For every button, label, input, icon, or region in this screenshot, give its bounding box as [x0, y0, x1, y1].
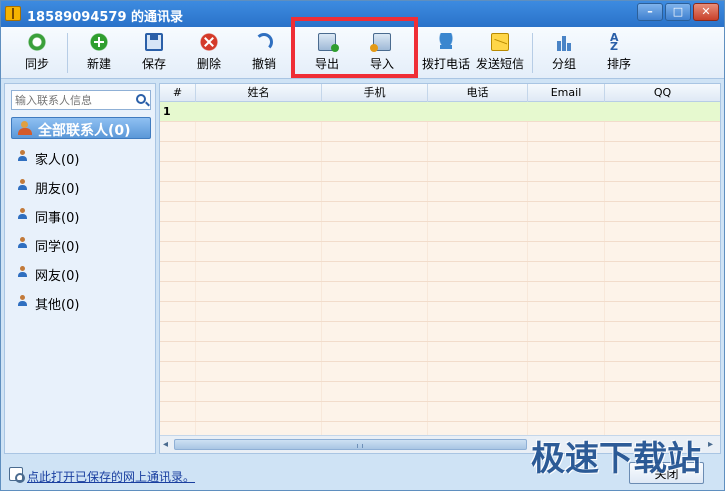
person-icon — [17, 208, 28, 220]
import-label: 导入 — [369, 57, 394, 71]
export-button[interactable]: 导出 — [301, 31, 353, 75]
group-sidebar: 全部联系人(0) 家人(0) 朋友(0) 同事(0) 同学(0) 网友(0) 其… — [4, 83, 156, 454]
table-header: # 姓名 手机 电话 Email QQ — [160, 84, 720, 102]
scroll-left-icon[interactable]: ◂ — [163, 439, 168, 450]
group-all-label: 全部联系人(0) — [38, 123, 131, 139]
sync-label: 同步 — [24, 57, 49, 71]
web-search-icon — [9, 467, 25, 483]
search-box[interactable] — [11, 90, 151, 110]
new-contact-button[interactable]: 新建 — [73, 31, 125, 75]
add-icon — [90, 33, 108, 51]
phone-icon — [437, 33, 455, 51]
row-index: 1 — [163, 105, 171, 118]
group-label: 同事(0) — [35, 211, 80, 226]
export-icon — [318, 33, 339, 52]
group-item-netfriends[interactable]: 网友(0) — [15, 262, 150, 284]
save-button[interactable]: 保存 — [128, 31, 180, 75]
sort-glyph-z: Z — [610, 40, 618, 53]
sort-az-icon: AZ — [610, 32, 628, 53]
group-label: 朋友(0) — [35, 182, 80, 197]
watermark-logo: 极速下载站 — [531, 439, 701, 479]
person-icon — [17, 266, 28, 278]
undo-icon — [255, 33, 273, 51]
delete-label: 删除 — [196, 57, 221, 71]
envelope-icon — [491, 33, 509, 51]
column-header-mobile[interactable]: 手机 — [322, 84, 428, 102]
group-item-others[interactable]: 其他(0) — [15, 291, 150, 313]
sms-label: 发送短信 — [475, 57, 524, 71]
column-header-qq[interactable]: QQ — [605, 84, 720, 102]
delete-icon — [200, 33, 218, 51]
close-window-button[interactable]: ✕ — [693, 3, 719, 21]
group-label: 同学(0) — [35, 240, 80, 255]
import-button[interactable]: 导入 — [356, 31, 408, 75]
delete-button[interactable]: 删除 — [183, 31, 235, 75]
sort-label: 排序 — [606, 57, 631, 71]
group-button[interactable]: 分组 — [538, 31, 590, 75]
maximize-button[interactable]: □ — [665, 3, 691, 21]
group-label: 网友(0) — [35, 269, 80, 284]
person-icon — [17, 295, 28, 307]
column-header-index[interactable]: # — [160, 84, 196, 102]
group-label: 其他(0) — [35, 298, 80, 313]
sync-button[interactable]: 同步 — [11, 31, 63, 75]
save-icon — [145, 33, 163, 51]
group-item-classmates[interactable]: 同学(0) — [15, 233, 150, 255]
group-all-contacts[interactable]: 全部联系人(0) — [11, 117, 151, 139]
import-icon — [370, 33, 391, 52]
table-row[interactable] — [160, 102, 720, 121]
search-input[interactable] — [15, 92, 131, 108]
call-label: 拨打电话 — [421, 57, 470, 71]
new-label: 新建 — [86, 57, 111, 71]
undo-label: 撤销 — [251, 57, 276, 71]
title-bar[interactable]: 18589094579 的通讯录 – □ ✕ — [1, 1, 724, 27]
column-header-phone[interactable]: 电话 — [428, 84, 528, 102]
minimize-button[interactable]: – — [637, 3, 663, 21]
sync-icon — [28, 33, 46, 51]
people-icon — [18, 121, 34, 135]
column-header-name[interactable]: 姓名 — [196, 84, 322, 102]
scroll-right-icon[interactable]: ▸ — [708, 439, 713, 450]
contacts-table: # 姓名 手机 电话 Email QQ 1 ◂ ▸ — [159, 83, 721, 454]
send-sms-button[interactable]: 发送短信 — [474, 31, 526, 75]
toolbar-divider — [532, 33, 533, 73]
open-online-contacts-link[interactable]: 点此打开已保存的网上通讯录。 — [27, 468, 195, 485]
group-item-family[interactable]: 家人(0) — [15, 146, 150, 168]
address-book-icon — [5, 6, 21, 21]
group-label: 家人(0) — [35, 153, 80, 168]
save-label: 保存 — [141, 57, 166, 71]
toolbar-divider — [67, 33, 68, 73]
call-button[interactable]: 拨打电话 — [420, 31, 472, 75]
contacts-window: 18589094579 的通讯录 – □ ✕ 同步 新建 保存 删除 撤销 导出 — [0, 0, 725, 491]
group-item-colleagues[interactable]: 同事(0) — [15, 204, 150, 226]
search-icon[interactable] — [136, 94, 146, 104]
table-body[interactable] — [160, 102, 720, 435]
group-item-friends[interactable]: 朋友(0) — [15, 175, 150, 197]
bar-chart-icon — [555, 33, 573, 51]
window-title: 18589094579 的通讯录 — [27, 10, 184, 25]
person-icon — [17, 150, 28, 162]
column-header-email[interactable]: Email — [528, 84, 605, 102]
toolbar: 同步 新建 保存 删除 撤销 导出 导入 拨打电话 发送短信 分组 A Z 排序 — [1, 27, 724, 79]
group-label: 分组 — [551, 57, 576, 71]
undo-button[interactable]: 撤销 — [238, 31, 290, 75]
export-label: 导出 — [314, 57, 339, 71]
person-icon — [17, 237, 28, 249]
sort-button[interactable]: AZ 排序 — [593, 31, 645, 75]
grip-icon — [357, 444, 363, 448]
scrollbar-thumb[interactable] — [174, 439, 527, 450]
person-icon — [17, 179, 28, 191]
